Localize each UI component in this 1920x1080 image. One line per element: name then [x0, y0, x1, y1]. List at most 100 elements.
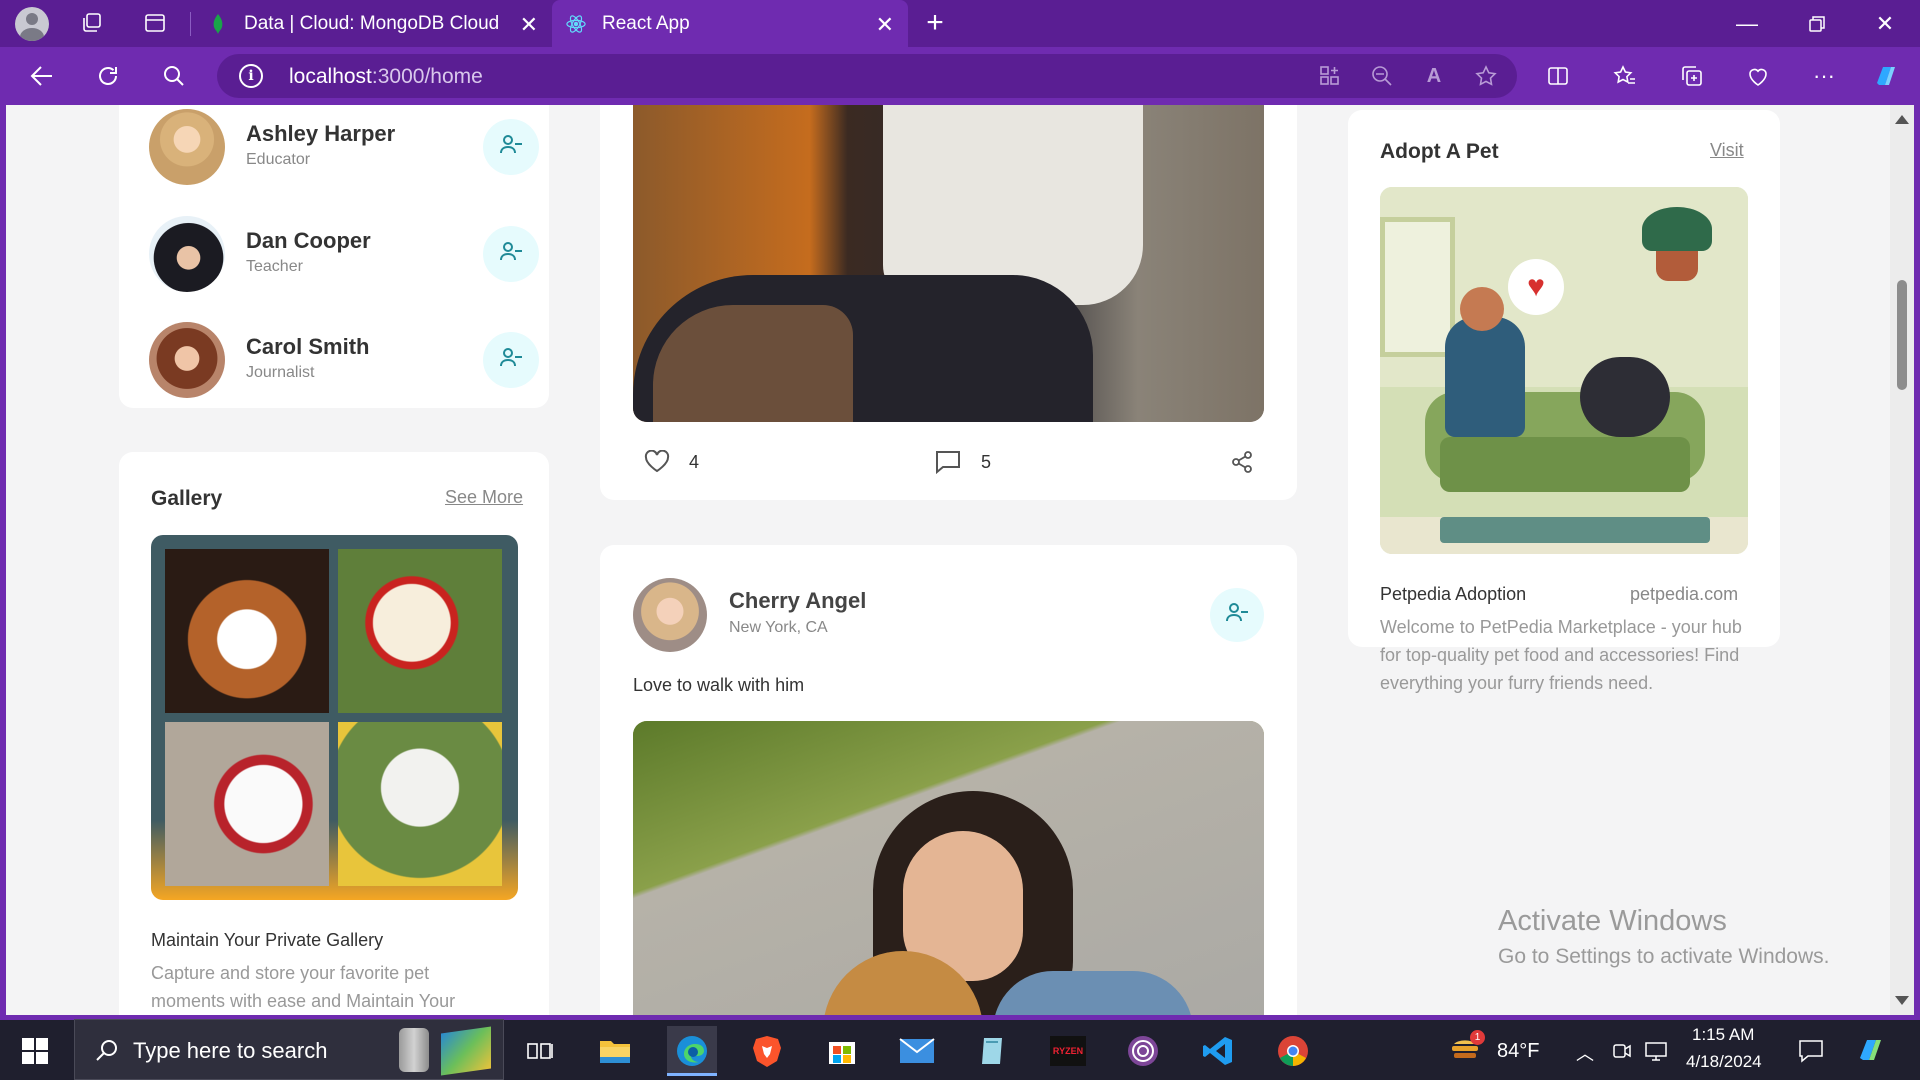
tab-react-app[interactable]: React App ✕	[552, 0, 908, 47]
zoom-icon[interactable]	[1369, 63, 1395, 89]
back-icon[interactable]	[25, 59, 59, 93]
address-bar[interactable]: i localhost:3000/home A	[217, 54, 1517, 98]
read-aloud-icon[interactable]: A	[1421, 63, 1447, 89]
friend-avatar[interactable]	[149, 216, 225, 292]
post-image[interactable]	[633, 721, 1264, 1015]
friend-name[interactable]: Carol Smith	[246, 334, 369, 360]
copilot-taskbar-icon[interactable]	[1854, 1034, 1888, 1071]
post-caption: Love to walk with him	[633, 675, 805, 695]
weather-temperature[interactable]: 84°F	[1497, 1040, 1539, 1063]
remove-friend-button[interactable]	[483, 226, 539, 282]
app-available-icon[interactable]	[1317, 63, 1343, 89]
clock-date[interactable]: 4/18/2024	[1686, 1052, 1762, 1072]
friend-occupation: Journalist	[246, 364, 315, 381]
ad-title: Adopt A Pet	[1380, 140, 1499, 163]
friend-name[interactable]: Ashley Harper	[246, 121, 395, 147]
task-view-icon[interactable]	[515, 1026, 565, 1076]
user-minus-icon	[498, 239, 524, 270]
browser-tab-bar: Data | Cloud: MongoDB Cloud ✕ React App …	[0, 0, 1920, 47]
ad-illustration-image[interactable]: ♥	[1380, 187, 1748, 554]
weather-alert-badge: 1	[1470, 1030, 1485, 1045]
like-icon[interactable]	[644, 449, 670, 479]
taskbar-search-box[interactable]: Type here to search	[74, 1019, 504, 1080]
puppy-photo	[338, 549, 502, 713]
post-author-avatar[interactable]	[633, 578, 707, 652]
comment-icon[interactable]	[935, 450, 961, 479]
favorite-star-icon[interactable]	[1473, 63, 1499, 89]
new-tab-icon[interactable]: +	[918, 6, 952, 40]
meet-now-icon[interactable]	[1611, 1040, 1633, 1067]
tab-actions-icon[interactable]	[138, 6, 172, 40]
ad-visit-link[interactable]: Visit	[1710, 140, 1744, 161]
ad-site[interactable]: petpedia.com	[1630, 584, 1738, 605]
scroll-down-icon[interactable]	[1895, 996, 1909, 1005]
page-scrollbar[interactable]	[1890, 105, 1914, 1015]
friend-item[interactable]: Ashley Harper Educator	[149, 109, 539, 185]
edge-browser-icon[interactable]	[667, 1026, 717, 1076]
browser-toolbar: i localhost:3000/home A ···	[0, 47, 1920, 105]
puppy-photo	[165, 722, 329, 886]
friend-avatar[interactable]	[149, 109, 225, 185]
map-icon	[441, 1026, 491, 1076]
workspaces-icon[interactable]	[75, 6, 109, 40]
heart-bubble-icon: ♥	[1508, 259, 1564, 315]
microsoft-store-icon[interactable]	[817, 1026, 867, 1076]
mail-icon[interactable]	[892, 1026, 942, 1076]
friend-occupation: Educator	[246, 151, 311, 168]
like-count: 4	[689, 452, 700, 472]
site-info-icon[interactable]: i	[239, 64, 263, 88]
refresh-icon[interactable]	[91, 59, 125, 93]
browser-essentials-icon[interactable]	[1741, 59, 1775, 93]
scroll-thumb[interactable]	[1897, 280, 1907, 390]
vscode-icon[interactable]	[1193, 1026, 1243, 1076]
favorites-icon[interactable]	[1608, 59, 1642, 93]
file-explorer-icon[interactable]	[590, 1026, 640, 1076]
profile-avatar-icon[interactable]	[15, 6, 49, 41]
remove-friend-button[interactable]	[483, 119, 539, 175]
chrome-icon[interactable]	[1268, 1026, 1318, 1076]
ryzen-master-icon[interactable]: RYZEN	[1043, 1026, 1093, 1076]
close-tab-icon[interactable]: ✕	[876, 12, 894, 38]
notes-app-icon[interactable]	[968, 1026, 1018, 1076]
gallery-description: Capture and store your favorite pet mome…	[151, 963, 456, 1011]
start-button[interactable]	[22, 1038, 48, 1069]
gallery-collage-image[interactable]	[151, 535, 518, 900]
minimize-icon[interactable]: —	[1712, 0, 1782, 47]
gallery-see-more-link[interactable]: See More	[445, 487, 523, 508]
remove-friend-button[interactable]	[1210, 588, 1264, 642]
post-image[interactable]	[633, 105, 1264, 422]
close-window-icon[interactable]: ✕	[1850, 0, 1920, 47]
friend-item[interactable]: Carol Smith Journalist	[149, 322, 539, 398]
more-options-icon[interactable]: ···	[1807, 59, 1841, 93]
tab-mongodb[interactable]: Data | Cloud: MongoDB Cloud ✕	[200, 0, 552, 47]
friend-occupation: Teacher	[246, 258, 303, 275]
friend-name[interactable]: Dan Cooper	[246, 228, 371, 254]
split-screen-icon[interactable]	[1541, 59, 1575, 93]
network-icon[interactable]	[1644, 1040, 1670, 1067]
url-text[interactable]: localhost:3000/home	[289, 65, 483, 89]
search-icon[interactable]	[157, 59, 191, 93]
friend-avatar[interactable]	[149, 322, 225, 398]
scroll-up-icon[interactable]	[1895, 115, 1909, 124]
copilot-icon[interactable]	[1869, 59, 1903, 93]
search-icon	[95, 1038, 119, 1067]
show-hidden-icons-chevron[interactable]: ︿	[1576, 1040, 1594, 1066]
weather-icon[interactable]: 1	[1450, 1030, 1485, 1064]
restore-icon[interactable]	[1782, 0, 1852, 47]
share-icon[interactable]	[1230, 450, 1254, 479]
notifications-icon[interactable]	[1798, 1038, 1824, 1069]
ad-name: Petpedia Adoption	[1380, 584, 1527, 604]
collections-icon[interactable]	[1675, 59, 1709, 93]
gallery-card: Gallery See More Maintain Your Private G…	[119, 452, 549, 1015]
remove-friend-button[interactable]	[483, 332, 539, 388]
tor-browser-icon[interactable]	[1118, 1026, 1168, 1076]
close-tab-icon[interactable]: ✕	[520, 12, 538, 38]
clock-time[interactable]: 1:15 AM	[1692, 1025, 1754, 1045]
post-author-name[interactable]: Cherry Angel	[729, 588, 866, 614]
friend-item[interactable]: Dan Cooper Teacher	[149, 216, 539, 292]
brave-browser-icon[interactable]	[742, 1026, 792, 1076]
activate-windows-subtitle: Go to Settings to activate Windows.	[1498, 945, 1830, 968]
activate-windows-title: Activate Windows	[1498, 905, 1727, 937]
puppy-photo	[338, 722, 502, 886]
user-minus-icon	[498, 132, 524, 163]
